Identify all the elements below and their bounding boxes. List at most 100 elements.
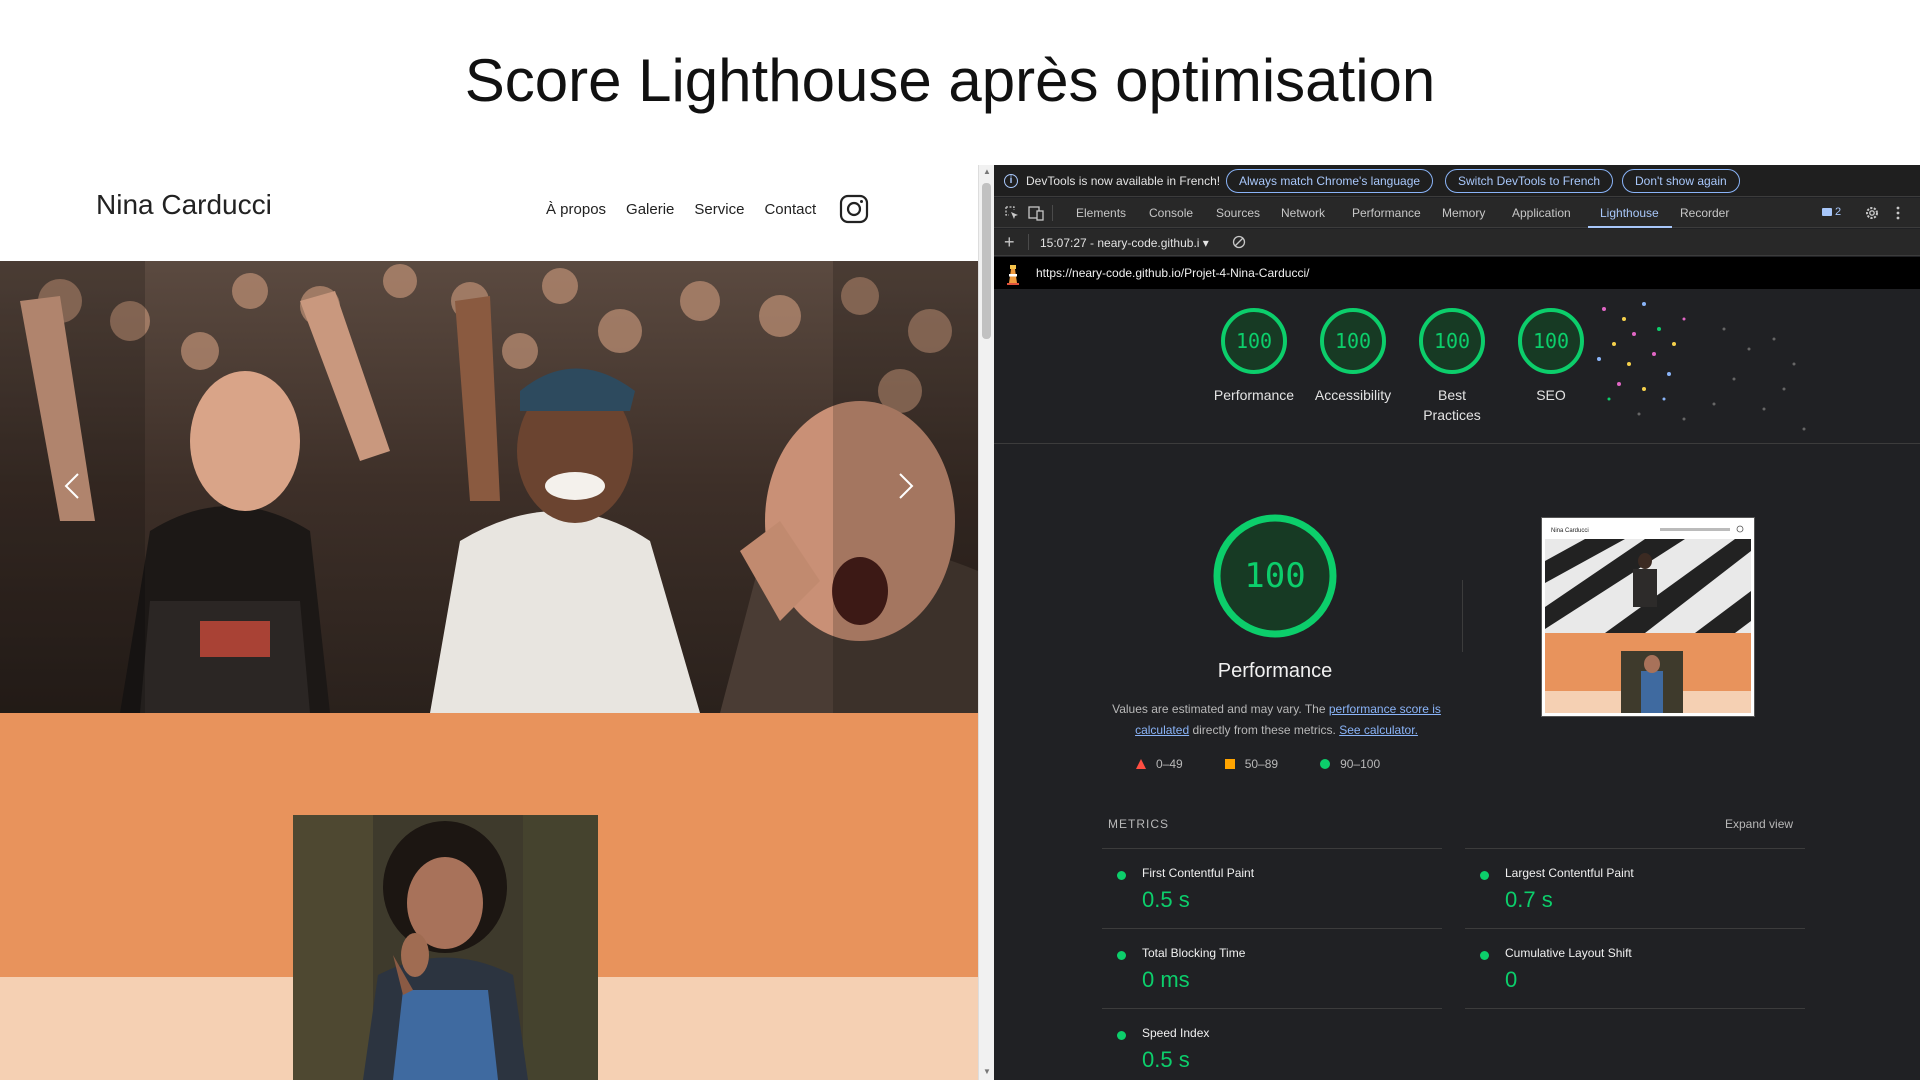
scroll-down-icon[interactable]: ▼ (982, 1067, 992, 1077)
site-logo[interactable]: Nina Carducci (96, 189, 272, 221)
more-options-icon[interactable] (1896, 205, 1900, 221)
svg-text:100: 100 (1244, 556, 1305, 596)
tab-network[interactable]: Network (1281, 206, 1325, 220)
issues-icon (1822, 208, 1832, 217)
metric-name: Speed Index (1142, 1026, 1210, 1040)
site-header: Nina Carducci À propos Galerie Service C… (0, 165, 978, 261)
issues-badge[interactable]: 2 (1822, 206, 1841, 218)
infobar-message: DevTools is now available in French! (1026, 174, 1221, 188)
clear-icon[interactable] (1232, 235, 1246, 249)
scroll-up-icon[interactable]: ▲ (982, 167, 992, 177)
metric-value: 0 (1505, 967, 1518, 992)
svg-text:100: 100 (1236, 329, 1272, 353)
devtools-tabbar: Elements Console Sources Network Perform… (994, 198, 1920, 228)
screenshot-image: Nina Carducci (1545, 521, 1751, 713)
lighthouse-toolbar: + 15:07:27 - neary-code.github.i ▾ (994, 229, 1920, 256)
info-icon: i (1004, 174, 1018, 188)
gauge-accessibility[interactable]: 100 Accessibility (1308, 307, 1398, 405)
slide-title: Score Lighthouse après optimisation (464, 47, 1436, 114)
see-calculator-link[interactable]: See calculator. (1339, 723, 1418, 737)
pass-circle-icon (1480, 871, 1489, 880)
performance-description: Values are estimated and may vary. The p… (1104, 699, 1449, 741)
metrics-heading: METRICS (1108, 817, 1169, 831)
metric-value: 0 ms (1142, 967, 1190, 992)
tab-memory[interactable]: Memory (1442, 206, 1485, 220)
triangle-icon (1136, 759, 1146, 769)
score-legend: 0–49 50–89 90–100 (1136, 757, 1422, 771)
metric-largest-contentful-paint: Largest Contentful Paint 0.7 s (1465, 848, 1805, 928)
legend-pass-text: 90–100 (1340, 757, 1381, 771)
thumb-logo: Nina Carducci (1551, 528, 1589, 534)
dropdown-arrow-icon: ▾ (1199, 236, 1209, 250)
always-match-language-button[interactable]: Always match Chrome's language (1226, 169, 1434, 193)
perf-desc-middle: directly from these metrics. (1192, 723, 1336, 737)
gauge-accessibility-ring: 100 (1320, 308, 1386, 374)
vertical-divider (1462, 580, 1463, 652)
perf-desc-prefix: Values are estimated and may vary. The (1112, 702, 1326, 716)
nav-link-contact[interactable]: Contact (764, 201, 816, 218)
tab-performance[interactable]: Performance (1352, 206, 1421, 220)
nav-link-service[interactable]: Service (694, 201, 744, 218)
tab-lighthouse[interactable]: Lighthouse (1600, 206, 1659, 220)
switch-to-french-button[interactable]: Switch DevTools to French (1445, 169, 1614, 193)
metric-name: Cumulative Layout Shift (1505, 946, 1632, 960)
gauge-label: Performance (1213, 387, 1295, 403)
concert-crowd-photo (0, 261, 978, 713)
legend-fail: 0–49 (1136, 757, 1183, 771)
device-toolbar-icon[interactable] (1028, 205, 1044, 221)
metric-speed-index: Speed Index 0.5 s (1102, 1008, 1442, 1080)
tab-recorder[interactable]: Recorder (1680, 206, 1729, 220)
svg-text:100: 100 (1533, 329, 1569, 353)
tab-elements[interactable]: Elements (1076, 206, 1126, 220)
nav-link-galerie[interactable]: Galerie (626, 201, 674, 218)
legend-pass: 90–100 (1320, 757, 1380, 771)
lighthouse-logo-icon (1007, 265, 1019, 285)
legend-average-text: 50–89 (1244, 757, 1279, 771)
metric-value: 0.5 s (1142, 887, 1190, 912)
gauge-best-practices-ring: 100 (1419, 308, 1485, 374)
score-gauges: 100 Performance 100 Accessibility 100 Be… (994, 289, 1920, 444)
pass-circle-icon (1117, 871, 1126, 880)
gauge-performance-ring: 100 (1221, 308, 1287, 374)
metric-name: Total Blocking Time (1142, 946, 1246, 960)
scroll-thumb[interactable] (982, 183, 991, 339)
tab-sources[interactable]: Sources (1216, 206, 1260, 220)
expand-view-button[interactable]: Expand view (1725, 817, 1793, 831)
final-screenshot-thumbnail[interactable]: Nina Carducci (1541, 517, 1755, 717)
hero-carousel[interactable] (0, 261, 978, 713)
gauge-best-practices[interactable]: 100 Best Practices (1407, 307, 1497, 425)
toolbar-separator (1028, 234, 1029, 250)
plus-icon[interactable]: + (1004, 233, 1015, 251)
metric-value: 0.7 s (1505, 887, 1553, 912)
language-infobar: i DevTools is now available in French! A… (994, 165, 1920, 197)
metric-name: Largest Contentful Paint (1505, 866, 1634, 880)
page-scrollbar[interactable]: ▲ ▼ (978, 165, 994, 1080)
tab-separator (1052, 205, 1053, 221)
gear-icon[interactable] (1864, 205, 1880, 221)
report-url-bar: https://neary-code.github.io/Projet-4-Ni… (994, 257, 1920, 289)
circle-icon (1320, 759, 1331, 769)
square-icon (1224, 759, 1235, 769)
portrait-photo (293, 815, 598, 1080)
dont-show-again-button[interactable]: Don't show again (1622, 169, 1740, 193)
metric-total-blocking-time: Total Blocking Time 0 ms (1102, 928, 1442, 1008)
svg-text:100: 100 (1434, 329, 1470, 353)
devtools-panel: i DevTools is now available in French! A… (994, 165, 1920, 1080)
svg-text:100: 100 (1335, 329, 1371, 353)
performance-gauge-large: 100 (1213, 514, 1337, 638)
report-select-value: 15:07:27 - neary-code.github.i (1040, 236, 1200, 250)
chevron-left-icon[interactable] (58, 466, 88, 506)
gauge-label: Best Practices (1423, 387, 1481, 423)
gauge-performance[interactable]: 100 Performance (1209, 307, 1299, 405)
pass-circle-icon (1117, 1031, 1126, 1040)
pass-circle-icon (1117, 951, 1126, 960)
inspect-element-icon[interactable] (1004, 205, 1020, 221)
instagram-icon[interactable] (838, 193, 870, 225)
tab-console[interactable]: Console (1149, 206, 1193, 220)
confetti-decoration (1597, 302, 1806, 431)
report-url[interactable]: https://neary-code.github.io/Projet-4-Ni… (1036, 266, 1309, 280)
tab-application[interactable]: Application (1512, 206, 1571, 220)
nav-link-a-propos[interactable]: À propos (546, 201, 606, 218)
report-select[interactable]: 15:07:27 - neary-code.github.i ▾ (1040, 236, 1209, 250)
chevron-right-icon[interactable] (890, 466, 920, 506)
